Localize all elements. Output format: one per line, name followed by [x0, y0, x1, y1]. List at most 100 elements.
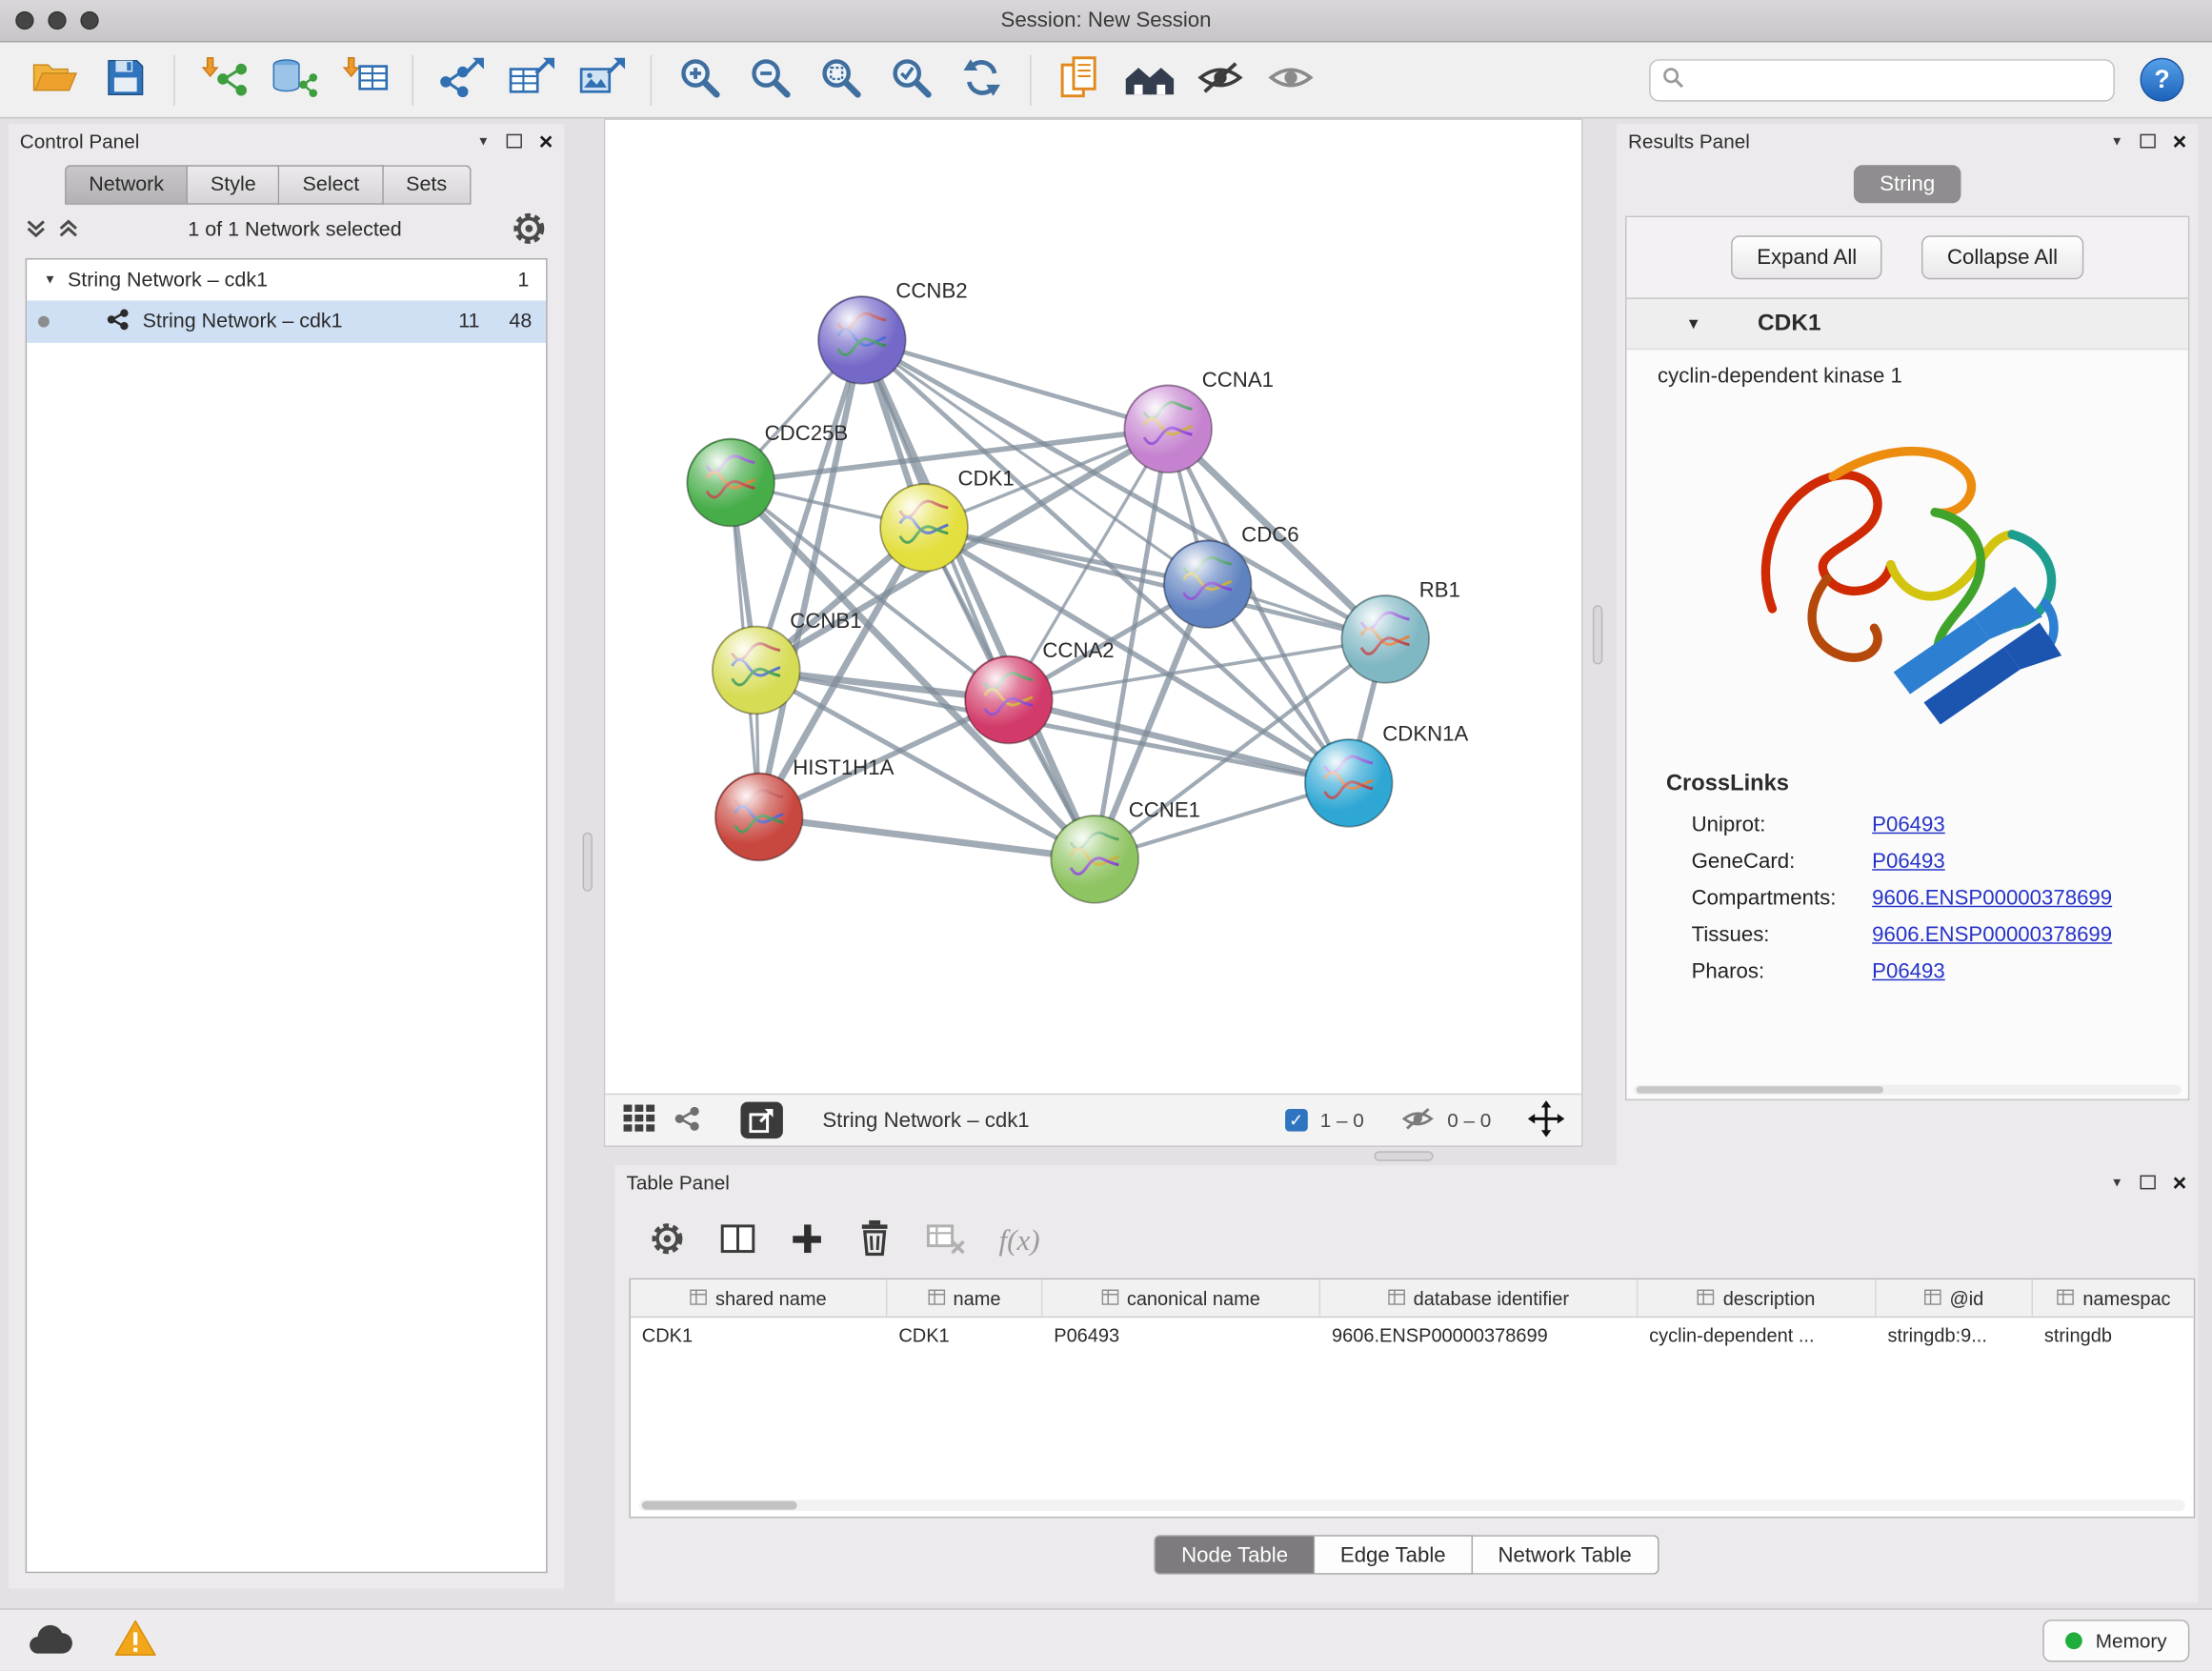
zoom-fit-button[interactable] [806, 48, 876, 112]
table-cell[interactable]: stringdb [2033, 1318, 2195, 1356]
column-header-name[interactable]: name [887, 1279, 1042, 1317]
left-splitter-handle[interactable] [583, 833, 593, 892]
results-horizontal-scrollbar[interactable] [1634, 1085, 2182, 1095]
panel-close-icon[interactable]: × [2173, 130, 2187, 153]
crosslink-link[interactable]: P06493 [1872, 812, 1945, 836]
scrollbar-thumb[interactable] [642, 1501, 797, 1510]
zoom-out-button[interactable] [735, 48, 806, 112]
tab-sets[interactable]: Sets [383, 165, 471, 204]
tab-string[interactable]: String [1855, 165, 1961, 203]
network-canvas[interactable]: CCNB2CCNA1CDC25BCDK1CDC6RB1CCNB1CCNA2CDK… [605, 120, 1581, 1094]
zoom-in-button[interactable] [665, 48, 735, 112]
export-network-button[interactable] [426, 48, 496, 112]
tab-network[interactable]: Network [65, 165, 188, 204]
table-cell[interactable]: CDK1 [887, 1318, 1042, 1356]
open-session-button[interactable] [20, 48, 90, 112]
network-node-CDC25B[interactable] [687, 439, 774, 527]
search-input[interactable] [1693, 69, 2101, 91]
panel-float-icon[interactable] [2141, 134, 2156, 149]
network-edge-CCNB2-HIST1H1A[interactable] [759, 340, 862, 817]
close-window-button[interactable] [15, 11, 33, 30]
zoom-window-button[interactable] [80, 11, 98, 30]
network-node-RB1[interactable] [1341, 595, 1429, 683]
open-in-browser-button[interactable] [740, 1102, 782, 1139]
save-session-button[interactable] [90, 48, 161, 112]
network-edge-HIST1H1A-CCNE1[interactable] [759, 816, 1095, 858]
network-node-CCNE1[interactable] [1051, 815, 1138, 903]
panel-collapse-icon[interactable]: ▼ [477, 134, 490, 147]
panel-close-icon[interactable]: × [539, 130, 553, 153]
expand-all-icon[interactable] [58, 216, 79, 243]
column-header-description[interactable]: description [1638, 1279, 1876, 1317]
hide-button[interactable] [1185, 48, 1256, 112]
delete-column-button[interactable] [857, 1218, 892, 1260]
column-header-namespac[interactable]: namespac [2033, 1279, 2195, 1317]
section-expand-icon[interactable]: ▼ [1686, 315, 1701, 332]
network-edge-CDK1-RB1[interactable] [924, 528, 1385, 639]
column-header-shared-name[interactable]: shared name [631, 1279, 888, 1317]
tab-style[interactable]: Style [188, 165, 280, 204]
network-node-CCNA2[interactable] [965, 656, 1053, 744]
table-cell[interactable]: 9606.ENSP00000378699 [1320, 1318, 1638, 1356]
help-button[interactable]: ? [2141, 58, 2184, 102]
column-header-database-identifier[interactable]: database identifier [1320, 1279, 1638, 1317]
gear-icon[interactable] [511, 210, 548, 251]
import-network-file-button[interactable] [188, 48, 258, 112]
table-horizontal-scrollbar[interactable] [639, 1500, 2185, 1511]
show-button[interactable] [1256, 48, 1326, 112]
table-row[interactable]: CDK1CDK1P064939606.ENSP00000378699cyclin… [631, 1318, 2194, 1356]
minimize-window-button[interactable] [48, 11, 66, 30]
panel-collapse-icon[interactable]: ▼ [2111, 134, 2123, 147]
panel-float-icon[interactable] [507, 134, 522, 149]
network-node-CCNA1[interactable] [1124, 385, 1212, 473]
copy-document-button[interactable] [1044, 48, 1115, 112]
warning-button[interactable] [112, 1619, 157, 1662]
tab-edge-table[interactable]: Edge Table [1315, 1535, 1473, 1574]
tab-select[interactable]: Select [280, 165, 384, 204]
network-node-CDC6[interactable] [1164, 540, 1252, 628]
tab-network-table[interactable]: Network Table [1473, 1535, 1659, 1574]
collapse-all-icon[interactable] [26, 216, 47, 243]
expand-all-button[interactable]: Expand All [1732, 235, 1882, 279]
selected-checkbox-icon[interactable]: ✓ [1285, 1109, 1308, 1132]
tab-node-table[interactable]: Node Table [1155, 1535, 1315, 1574]
pan-tool-button[interactable] [1528, 1099, 1565, 1140]
show-columns-button[interactable] [719, 1221, 756, 1259]
panel-collapse-icon[interactable]: ▼ [2111, 1176, 2123, 1188]
export-table-button[interactable] [496, 48, 567, 112]
table-settings-button[interactable] [649, 1219, 686, 1260]
crosslink-link[interactable]: P06493 [1872, 958, 1945, 982]
network-node-HIST1H1A[interactable] [715, 774, 803, 861]
table-cell[interactable]: cyclin-dependent ... [1638, 1318, 1876, 1356]
import-table-button[interactable] [329, 48, 399, 112]
panel-float-icon[interactable] [2141, 1176, 2156, 1190]
export-image-button[interactable] [567, 48, 637, 112]
table-cell[interactable]: CDK1 [631, 1318, 888, 1356]
network-row-selected[interactable]: String Network – cdk1 11 48 [27, 300, 546, 342]
horizontal-splitter-handle[interactable] [1374, 1151, 1433, 1160]
crosslink-link[interactable]: P06493 [1872, 849, 1945, 873]
table-cell[interactable]: stringdb:9... [1877, 1318, 2033, 1356]
cloud-button[interactable] [23, 1619, 76, 1662]
memory-button[interactable]: Memory [2043, 1619, 2189, 1661]
create-column-button[interactable] [790, 1221, 824, 1259]
tree-expand-icon[interactable]: ▼ [44, 273, 56, 286]
column-header-canonical-name[interactable]: canonical name [1042, 1279, 1320, 1317]
home-button[interactable] [1115, 48, 1185, 112]
collapse-all-button[interactable]: Collapse All [1921, 235, 2082, 279]
panel-close-icon[interactable]: × [2173, 1170, 2187, 1194]
network-share-toggle-button[interactable] [673, 1104, 701, 1137]
crosslink-link[interactable]: 9606.ENSP00000378699 [1872, 922, 2112, 946]
network-collection-row[interactable]: ▼ String Network – cdk1 1 [27, 259, 546, 300]
network-node-CCNB2[interactable] [818, 296, 906, 384]
column-header--id[interactable]: @id [1877, 1279, 2033, 1317]
table-cell[interactable]: P06493 [1042, 1318, 1320, 1356]
birdseye-toggle-button[interactable] [622, 1102, 656, 1137]
right-splitter-handle[interactable] [1593, 605, 1602, 664]
zoom-selected-button[interactable] [876, 48, 947, 112]
import-network-database-button[interactable] [258, 48, 329, 112]
network-node-CDKN1A[interactable] [1305, 739, 1393, 827]
network-edge-CCNB2-CCNE1[interactable] [862, 340, 1095, 859]
refresh-layout-button[interactable] [947, 48, 1017, 112]
crosslink-link[interactable]: 9606.ENSP00000378699 [1872, 885, 2112, 909]
